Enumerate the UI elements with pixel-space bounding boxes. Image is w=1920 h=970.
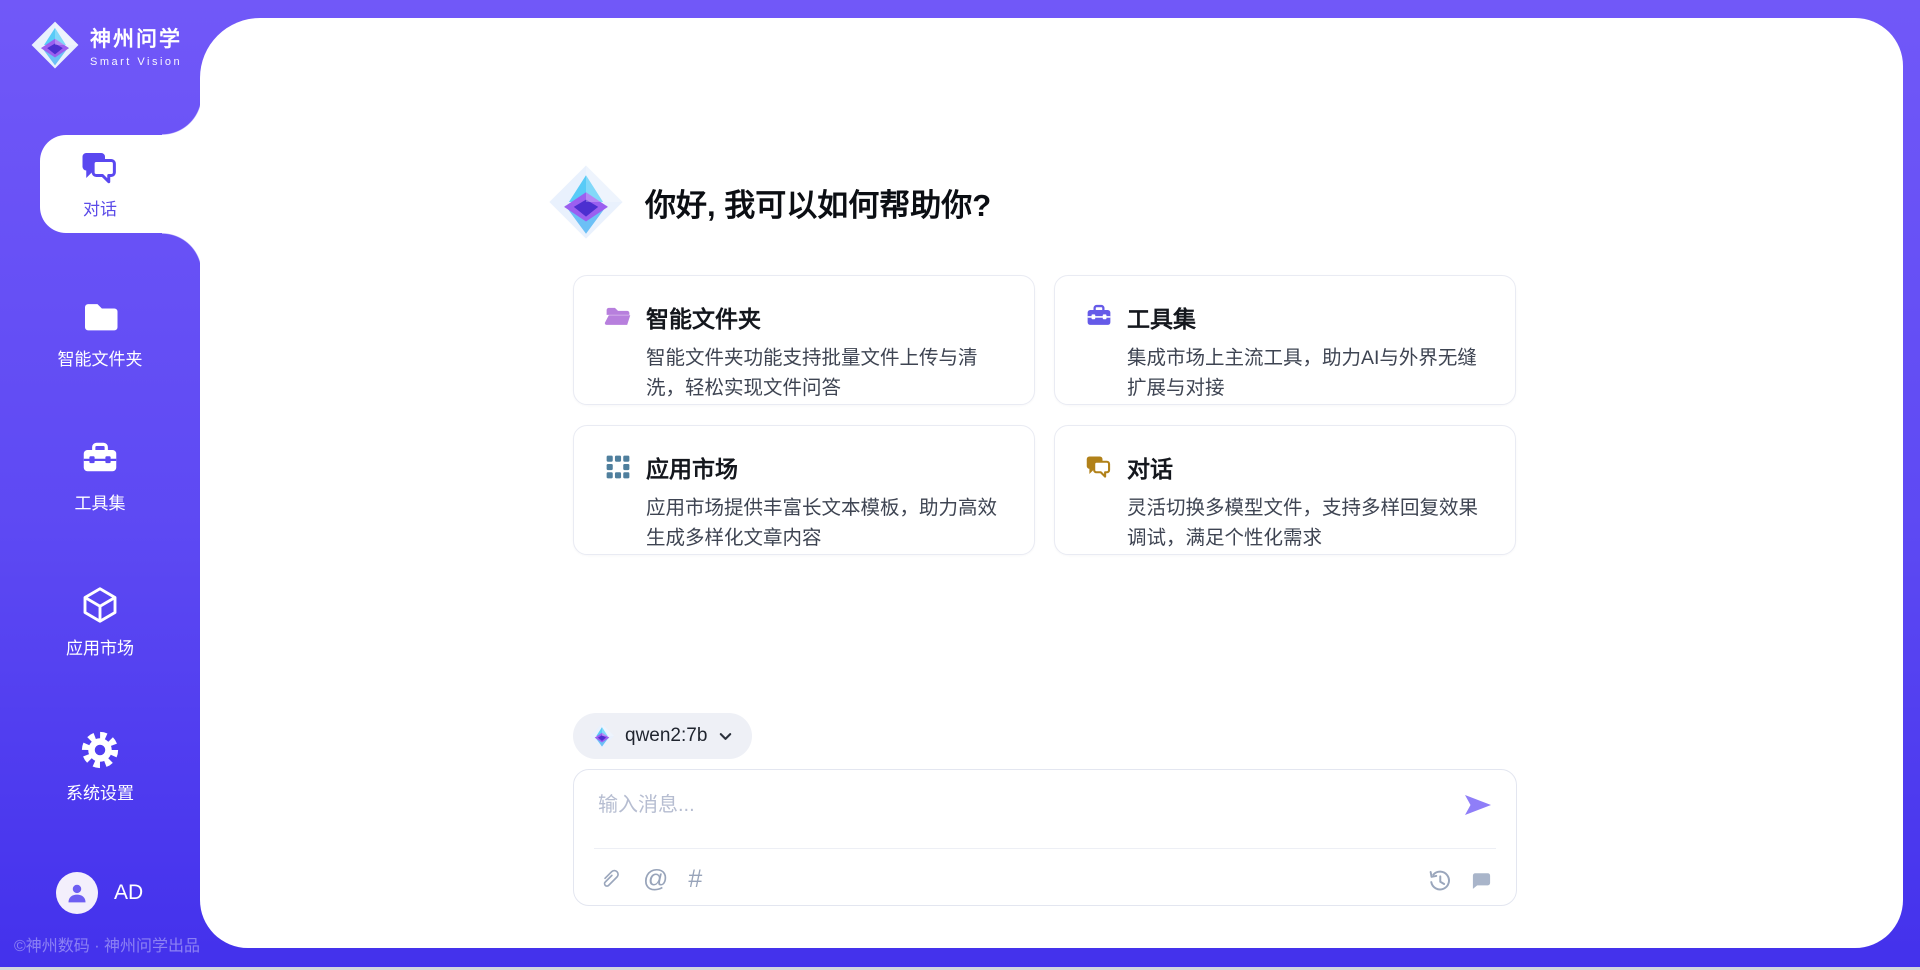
card-header: 工具集 <box>1085 300 1485 334</box>
send-icon <box>1463 792 1493 818</box>
sidebar-item-label: 应用市场 <box>66 634 134 659</box>
card-smart-folder[interactable]: 智能文件夹 智能文件夹功能支持批量文件上传与清洗，轻松实现文件问答 <box>573 275 1035 405</box>
card-description: 应用市场提供丰富长文本模板，助力高效生成多样化文章内容 <box>646 493 1004 553</box>
composer-divider <box>594 848 1496 849</box>
toolbox-icon <box>1085 303 1113 331</box>
attach-file-button[interactable] <box>598 864 623 894</box>
card-header: 智能文件夹 <box>604 300 1004 334</box>
model-logo-icon <box>589 723 615 749</box>
copyright-footer: ©神州数码 · 神州问学出品 <box>14 932 200 956</box>
card-description: 灵活切换多模型文件，支持多样回复效果调试，满足个性化需求 <box>1127 493 1485 553</box>
card-toolset[interactable]: 工具集 集成市场上主流工具，助力AI与外界无缝扩展与对接 <box>1054 275 1516 405</box>
chat-bubble-icon <box>1469 867 1494 892</box>
card-description: 智能文件夹功能支持批量文件上传与清洗，轻松实现文件问答 <box>646 343 1004 403</box>
card-title: 应用市场 <box>646 450 738 484</box>
sidebar-item-toolset[interactable]: 工具集 <box>0 440 200 536</box>
paperclip-icon <box>598 867 623 892</box>
person-icon <box>64 880 90 906</box>
card-title: 对话 <box>1127 450 1173 484</box>
card-title: 工具集 <box>1127 300 1196 334</box>
main-content: 你好, 我可以如何帮助你? 智能文件夹 智能文件夹功能支持批量文件上传与清洗，轻… <box>573 18 1517 948</box>
message-composer: @ # <box>573 769 1517 906</box>
card-header: 对话 <box>1085 450 1485 484</box>
gear-icon <box>80 730 120 770</box>
sidebar-item-settings[interactable]: 系统设置 <box>0 730 200 826</box>
mention-button[interactable]: @ <box>643 864 668 894</box>
cube-icon <box>80 585 120 625</box>
sidebar: 神州问学 Smart Vision 对话 智能文件夹 工具集 应用市场 系统设置 <box>0 0 202 970</box>
greeting: 你好, 我可以如何帮助你? <box>547 163 991 241</box>
composer-toolbar: @ # <box>598 858 1494 900</box>
feature-cards: 智能文件夹 智能文件夹功能支持批量文件上传与清洗，轻松实现文件问答 工具集 集成… <box>573 275 1517 555</box>
assistant-logo-icon <box>547 163 625 241</box>
brand: 神州问学 Smart Vision <box>30 20 182 70</box>
card-header: 应用市场 <box>604 450 1004 484</box>
sidebar-item-label: 工具集 <box>75 489 126 514</box>
avatar <box>56 872 98 914</box>
sidebar-item-smart-folder[interactable]: 智能文件夹 <box>0 296 200 392</box>
model-name: qwen2:7b <box>625 725 707 747</box>
grid-icon <box>604 453 632 481</box>
main-panel: 你好, 我可以如何帮助你? 智能文件夹 智能文件夹功能支持批量文件上传与清洗，轻… <box>200 18 1903 948</box>
brand-subtitle: Smart Vision <box>90 56 182 68</box>
sidebar-item-label: 智能文件夹 <box>58 345 143 370</box>
composer-tools-left: @ # <box>598 864 702 894</box>
brand-logo-icon <box>30 20 80 70</box>
model-selector[interactable]: qwen2:7b <box>573 713 752 759</box>
user-profile[interactable]: AD <box>56 872 143 914</box>
card-description: 集成市场上主流工具，助力AI与外界无缝扩展与对接 <box>1127 343 1485 403</box>
sidebar-item-label: 系统设置 <box>66 779 134 804</box>
card-chat[interactable]: 对话 灵活切换多模型文件，支持多样回复效果调试，满足个性化需求 <box>1054 425 1516 555</box>
chat-bubbles-icon <box>1085 453 1113 481</box>
card-title: 智能文件夹 <box>646 300 761 334</box>
sidebar-item-label: 对话 <box>83 195 117 220</box>
chevron-down-icon <box>717 728 734 745</box>
sidebar-item-app-market[interactable]: 应用市场 <box>0 585 200 681</box>
composer-tools-right <box>1426 864 1494 894</box>
hashtag-button[interactable]: # <box>688 864 702 894</box>
card-app-market[interactable]: 应用市场 应用市场提供丰富长文本模板，助力高效生成多样化文章内容 <box>573 425 1035 555</box>
send-button[interactable] <box>1462 792 1494 820</box>
folder-icon <box>80 296 120 336</box>
chat-bubbles-icon <box>80 148 120 188</box>
history-clock-icon <box>1426 867 1451 892</box>
history-button[interactable] <box>1426 864 1451 894</box>
user-name: AD <box>114 881 143 905</box>
conversation-button[interactable] <box>1469 864 1494 894</box>
sidebar-item-chat[interactable]: 对话 <box>40 135 202 233</box>
brand-name: 神州问学 <box>90 23 182 53</box>
toolbox-icon <box>80 440 120 480</box>
folder-open-icon <box>604 303 632 331</box>
greeting-text: 你好, 我可以如何帮助你? <box>645 180 991 225</box>
message-input[interactable] <box>598 788 1436 822</box>
brand-text: 神州问学 Smart Vision <box>90 23 182 68</box>
